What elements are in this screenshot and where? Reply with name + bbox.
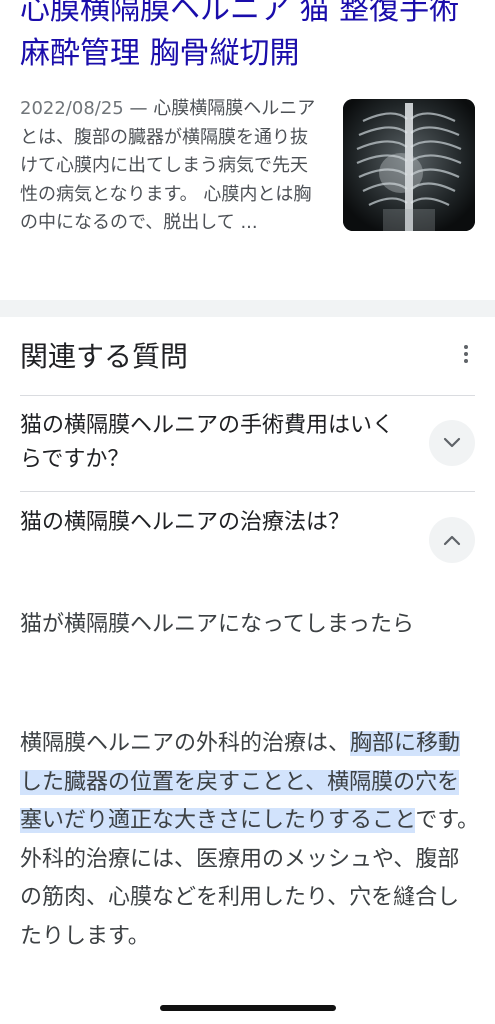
more-vert-icon[interactable]: [456, 341, 476, 367]
expand-button[interactable]: [429, 420, 475, 466]
answer-heading: 猫が横隔膜ヘルニアになってしまったら: [20, 612, 415, 637]
collapse-button[interactable]: [429, 517, 475, 563]
related-questions-title: 関連する質問: [20, 340, 189, 373]
result-title-link[interactable]: 心膜横隔膜ヘルニア 猫 整復手術 麻酔管理 胸骨縦切開: [20, 0, 480, 76]
result-snippet: 2022/08/25 — 心膜横隔膜ヘルニアとは、腹部の臓器が横隔膜を通り抜けて…: [20, 95, 320, 238]
xray-thumbnail[interactable]: [343, 99, 475, 231]
question-item-2[interactable]: 猫の横隔膜ヘルニアの治療法は？: [20, 506, 410, 540]
section-separator: [0, 300, 495, 317]
answer-text-pre: 横隔膜ヘルニアの外科的治療は、: [20, 731, 351, 756]
divider: [20, 491, 475, 492]
chevron-up-icon: [443, 535, 461, 546]
answer-text: 横隔膜ヘルニアの外科的治療は、胸部に移動した臓器の位置を戻すことと、横隔膜の穴を…: [20, 725, 480, 956]
home-indicator[interactable]: [160, 1005, 336, 1011]
xray-image: [343, 99, 475, 231]
divider: [20, 395, 475, 396]
question-item-1[interactable]: 猫の横隔膜ヘルニアの手術費用はいくらですか？: [20, 409, 410, 477]
chevron-down-icon: [443, 437, 461, 448]
result-date: 2022/08/25: [20, 98, 124, 119]
